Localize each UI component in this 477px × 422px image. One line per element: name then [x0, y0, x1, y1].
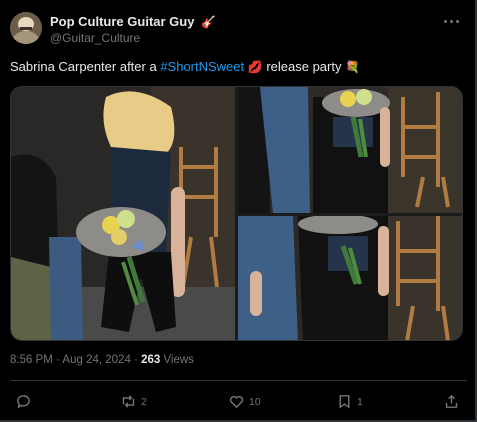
- bookmark-count: 1: [357, 395, 363, 408]
- display-name[interactable]: Pop Culture Guitar Guy 🎸: [50, 14, 216, 29]
- photo-2-image: [238, 87, 462, 213]
- reply-button[interactable]: [15, 393, 36, 410]
- views-label: Views: [163, 354, 194, 366]
- tweet-header: Pop Culture Guitar Guy 🎸 @Guitar_Culture: [10, 12, 467, 48]
- like-count: 10: [249, 395, 261, 408]
- tweet-meta: 8:56 PM · Aug 24, 2024 · 263 Views: [10, 354, 194, 366]
- more-options-icon[interactable]: [443, 14, 461, 28]
- bookmark-icon: [339, 395, 350, 409]
- meta-separator-2: ·: [130, 354, 142, 366]
- guitar-icon: 🎸: [201, 15, 217, 29]
- retweet-button[interactable]: 2: [120, 393, 147, 410]
- views-count: 263: [141, 354, 161, 366]
- bouquet-emoji-icon: 💐: [345, 60, 361, 74]
- tweet-text-before: Sabrina Carpenter after a: [10, 59, 161, 74]
- photo-2[interactable]: [238, 87, 462, 213]
- actions-divider: [10, 380, 467, 381]
- display-name-text[interactable]: Pop Culture Guitar Guy: [50, 14, 194, 29]
- tweet-card: Pop Culture Guitar Guy 🎸 @Guitar_Culture…: [0, 0, 477, 422]
- meta-separator: ·: [52, 354, 63, 366]
- tweet-text-after: release party: [262, 59, 346, 74]
- retweet-count: 2: [141, 395, 147, 408]
- like-icon: [229, 395, 244, 409]
- media-grid: [10, 86, 463, 341]
- photo-3-image: [238, 216, 462, 340]
- reply-icon: [17, 395, 30, 409]
- photo-1-image: [11, 87, 235, 340]
- avatar-photo: [10, 12, 42, 44]
- lips-emoji-icon: 💋: [247, 60, 263, 74]
- avatar[interactable]: [10, 12, 42, 44]
- tweet-date[interactable]: Aug 24, 2024: [62, 354, 130, 366]
- photo-1[interactable]: [11, 87, 235, 340]
- share-button[interactable]: [443, 393, 460, 410]
- bookmark-button[interactable]: 1: [336, 393, 363, 410]
- user-handle[interactable]: @Guitar_Culture: [50, 31, 140, 45]
- tweet-time[interactable]: 8:56 PM: [10, 354, 53, 366]
- tweet-text: Sabrina Carpenter after a #ShortNSweet 💋…: [10, 59, 360, 74]
- photo-3[interactable]: [238, 216, 462, 340]
- like-button[interactable]: 10: [228, 393, 261, 410]
- retweet-icon: [122, 395, 135, 408]
- hashtag-link[interactable]: #ShortNSweet: [160, 59, 244, 74]
- action-bar: 2 10 1: [0, 390, 477, 414]
- share-icon: [445, 394, 458, 408]
